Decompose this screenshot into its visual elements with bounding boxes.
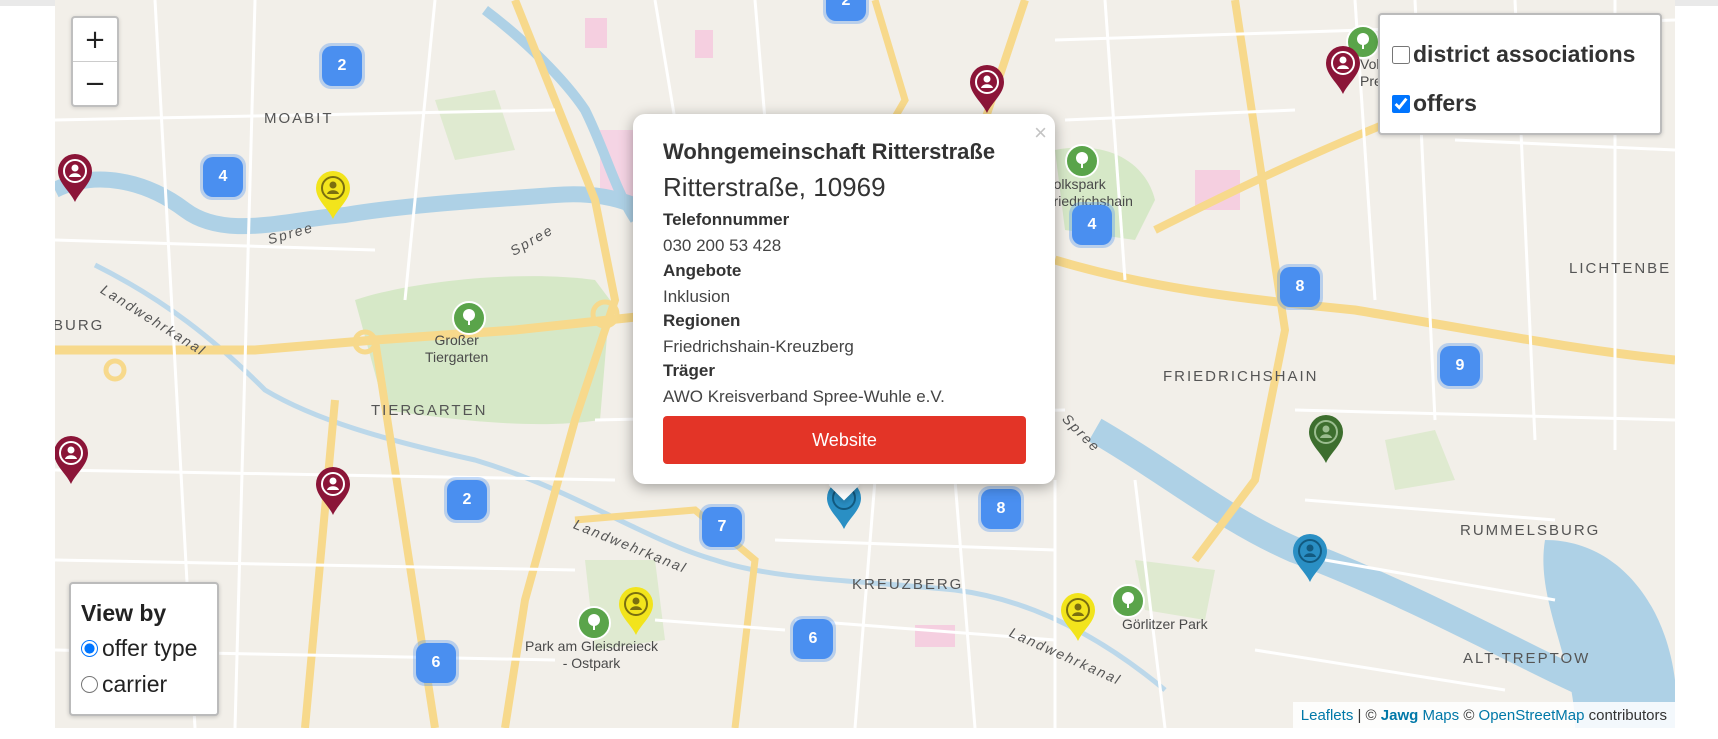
popup-title: Wohngemeinschaft Ritterstraße bbox=[663, 139, 996, 164]
offer-marker-burgundy[interactable] bbox=[968, 64, 1006, 114]
offer-marker-blue[interactable] bbox=[1291, 533, 1329, 583]
spree-river-west bbox=[55, 171, 682, 241]
marker-cluster[interactable]: 2 bbox=[823, 0, 869, 24]
district-label-alt-treptow: ALT-TREPTOW bbox=[1463, 650, 1591, 667]
popup-field-label: Telefonnummer bbox=[663, 210, 790, 229]
offer-marker-green[interactable] bbox=[1307, 414, 1345, 464]
offer-type-radio[interactable] bbox=[81, 640, 98, 657]
view-by-title: View by bbox=[81, 600, 167, 626]
marker-cluster[interactable]: 6 bbox=[413, 640, 459, 686]
jawg-link[interactable]: Jawg bbox=[1381, 707, 1419, 724]
offer-marker-yellow[interactable] bbox=[314, 170, 352, 220]
layer-control: district associations offers bbox=[1378, 13, 1662, 135]
green-area-2 bbox=[1385, 430, 1455, 490]
carrier-radio[interactable] bbox=[81, 676, 98, 693]
offer-marker-burgundy[interactable] bbox=[55, 435, 90, 485]
popup-field-value: AWO Kreisverband Spree-Wuhle e.V. bbox=[663, 387, 945, 406]
park-tree-icon bbox=[1111, 584, 1145, 618]
map-attribution: Leaflets | © Jawg Maps © OpenStreetMap c… bbox=[1292, 702, 1675, 728]
rummelsburg-lake bbox=[1543, 540, 1675, 728]
district-label-tiergarten: TIERGARTEN bbox=[371, 402, 488, 419]
offer-marker-burgundy[interactable] bbox=[1324, 45, 1362, 95]
marker-cluster[interactable]: 8 bbox=[978, 486, 1024, 532]
marker-cluster[interactable]: 2 bbox=[319, 43, 365, 89]
popup-field-value: Inklusion bbox=[663, 287, 731, 306]
pink-spot bbox=[585, 18, 607, 48]
map-container[interactable]: MOABIT TIERGARTEN FRIEDRICHSHAIN KREUZBE… bbox=[55, 0, 1675, 728]
marker-cluster[interactable]: 4 bbox=[1069, 202, 1115, 248]
district-label-lichtenberg: LICHTENBE bbox=[1569, 260, 1672, 277]
popup-field-value: Friedrichshain-Kreuzberg bbox=[663, 337, 854, 356]
view-by-control: View by offer type carrier bbox=[69, 582, 219, 716]
popup-field-value: 030 200 53 428 bbox=[663, 236, 782, 255]
leaflet-link[interactable]: Leaflets bbox=[1301, 707, 1354, 724]
marker-cluster[interactable]: 6 bbox=[790, 616, 836, 662]
park-label-grosser-tiergarten: Großer Tiergarten bbox=[425, 332, 489, 365]
popup-field-label: Träger bbox=[663, 361, 715, 380]
district-label-moabit: MOABIT bbox=[264, 110, 334, 127]
layer-offers[interactable]: offers bbox=[1392, 90, 1477, 117]
offer-marker-yellow[interactable] bbox=[1059, 592, 1097, 642]
osm-link[interactable]: OpenStreetMap bbox=[1479, 707, 1585, 724]
district-label-rummelsburg: RUMMELSBURG bbox=[1460, 522, 1601, 539]
offer-type-label: offer type bbox=[102, 635, 198, 661]
marker-cluster[interactable]: 4 bbox=[200, 154, 246, 200]
pink-spot bbox=[695, 30, 713, 58]
park-tree-icon bbox=[452, 301, 486, 335]
offer-marker-yellow[interactable] bbox=[617, 586, 655, 636]
website-button[interactable]: Website bbox=[663, 416, 1026, 464]
district-associations-checkbox[interactable] bbox=[1392, 45, 1410, 64]
offer-popup: × Wohngemeinschaft Ritterstraße Ritterst… bbox=[633, 114, 1055, 484]
marker-cluster[interactable]: 8 bbox=[1277, 264, 1323, 310]
zoom-in-button[interactable]: + bbox=[73, 18, 117, 61]
zoom-control: + − bbox=[71, 16, 119, 107]
offer-marker-burgundy[interactable] bbox=[56, 153, 94, 203]
carrier-label: carrier bbox=[102, 671, 168, 697]
park-label-goerlitzer-park: Görlitzer Park bbox=[1122, 616, 1208, 632]
zoom-out-button[interactable]: − bbox=[73, 61, 117, 105]
marker-cluster[interactable]: 2 bbox=[444, 477, 490, 523]
view-by-offer-type[interactable]: offer type bbox=[81, 635, 197, 662]
marker-cluster[interactable]: 9 bbox=[1437, 343, 1483, 389]
park-label-gleisdreieck: Park am Gleisdreieck - Ostpark bbox=[525, 638, 659, 671]
green-area-1 bbox=[435, 90, 515, 160]
layer-district-associations[interactable]: district associations bbox=[1392, 41, 1635, 68]
road-major bbox=[1191, 0, 1290, 563]
offer-marker-burgundy[interactable] bbox=[314, 466, 352, 516]
park-tree-icon bbox=[577, 606, 611, 640]
district-label-burg: BURG bbox=[55, 317, 105, 334]
popup-field-label: Regionen bbox=[663, 311, 741, 330]
district-label-friedrichshain: FRIEDRICHSHAIN bbox=[1163, 368, 1319, 385]
district-label-kreuzberg: KREUZBERG bbox=[852, 576, 964, 593]
district-associations-label: district associations bbox=[1413, 41, 1636, 67]
popup-address: Ritterstraße, 10969 bbox=[663, 172, 886, 202]
marker-cluster[interactable]: 7 bbox=[699, 504, 745, 550]
park-tree-icon bbox=[1065, 144, 1099, 178]
offers-label: offers bbox=[1413, 90, 1477, 116]
roundabout bbox=[103, 358, 127, 382]
popup-field-label: Angebote bbox=[663, 261, 742, 280]
view-by-carrier[interactable]: carrier bbox=[81, 671, 167, 698]
popup-close-button[interactable]: × bbox=[1034, 120, 1047, 146]
offers-checkbox[interactable] bbox=[1392, 94, 1410, 113]
